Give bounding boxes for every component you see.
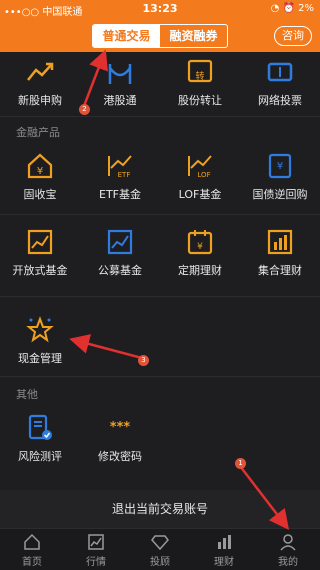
annotation-arrows xyxy=(69,49,290,530)
annotation-arrow xyxy=(69,334,143,360)
annotation-arrow xyxy=(82,49,108,107)
annotation-arrow xyxy=(239,465,290,530)
step-badge: 3 xyxy=(138,355,149,366)
screen: •••○○ 中国联通 13:23 ◔ ⏰ 2% 普通交易 融资融券 咨询 新股申… xyxy=(0,0,320,570)
step-badge: 2 xyxy=(79,104,90,115)
step-badge: 1 xyxy=(235,458,246,469)
